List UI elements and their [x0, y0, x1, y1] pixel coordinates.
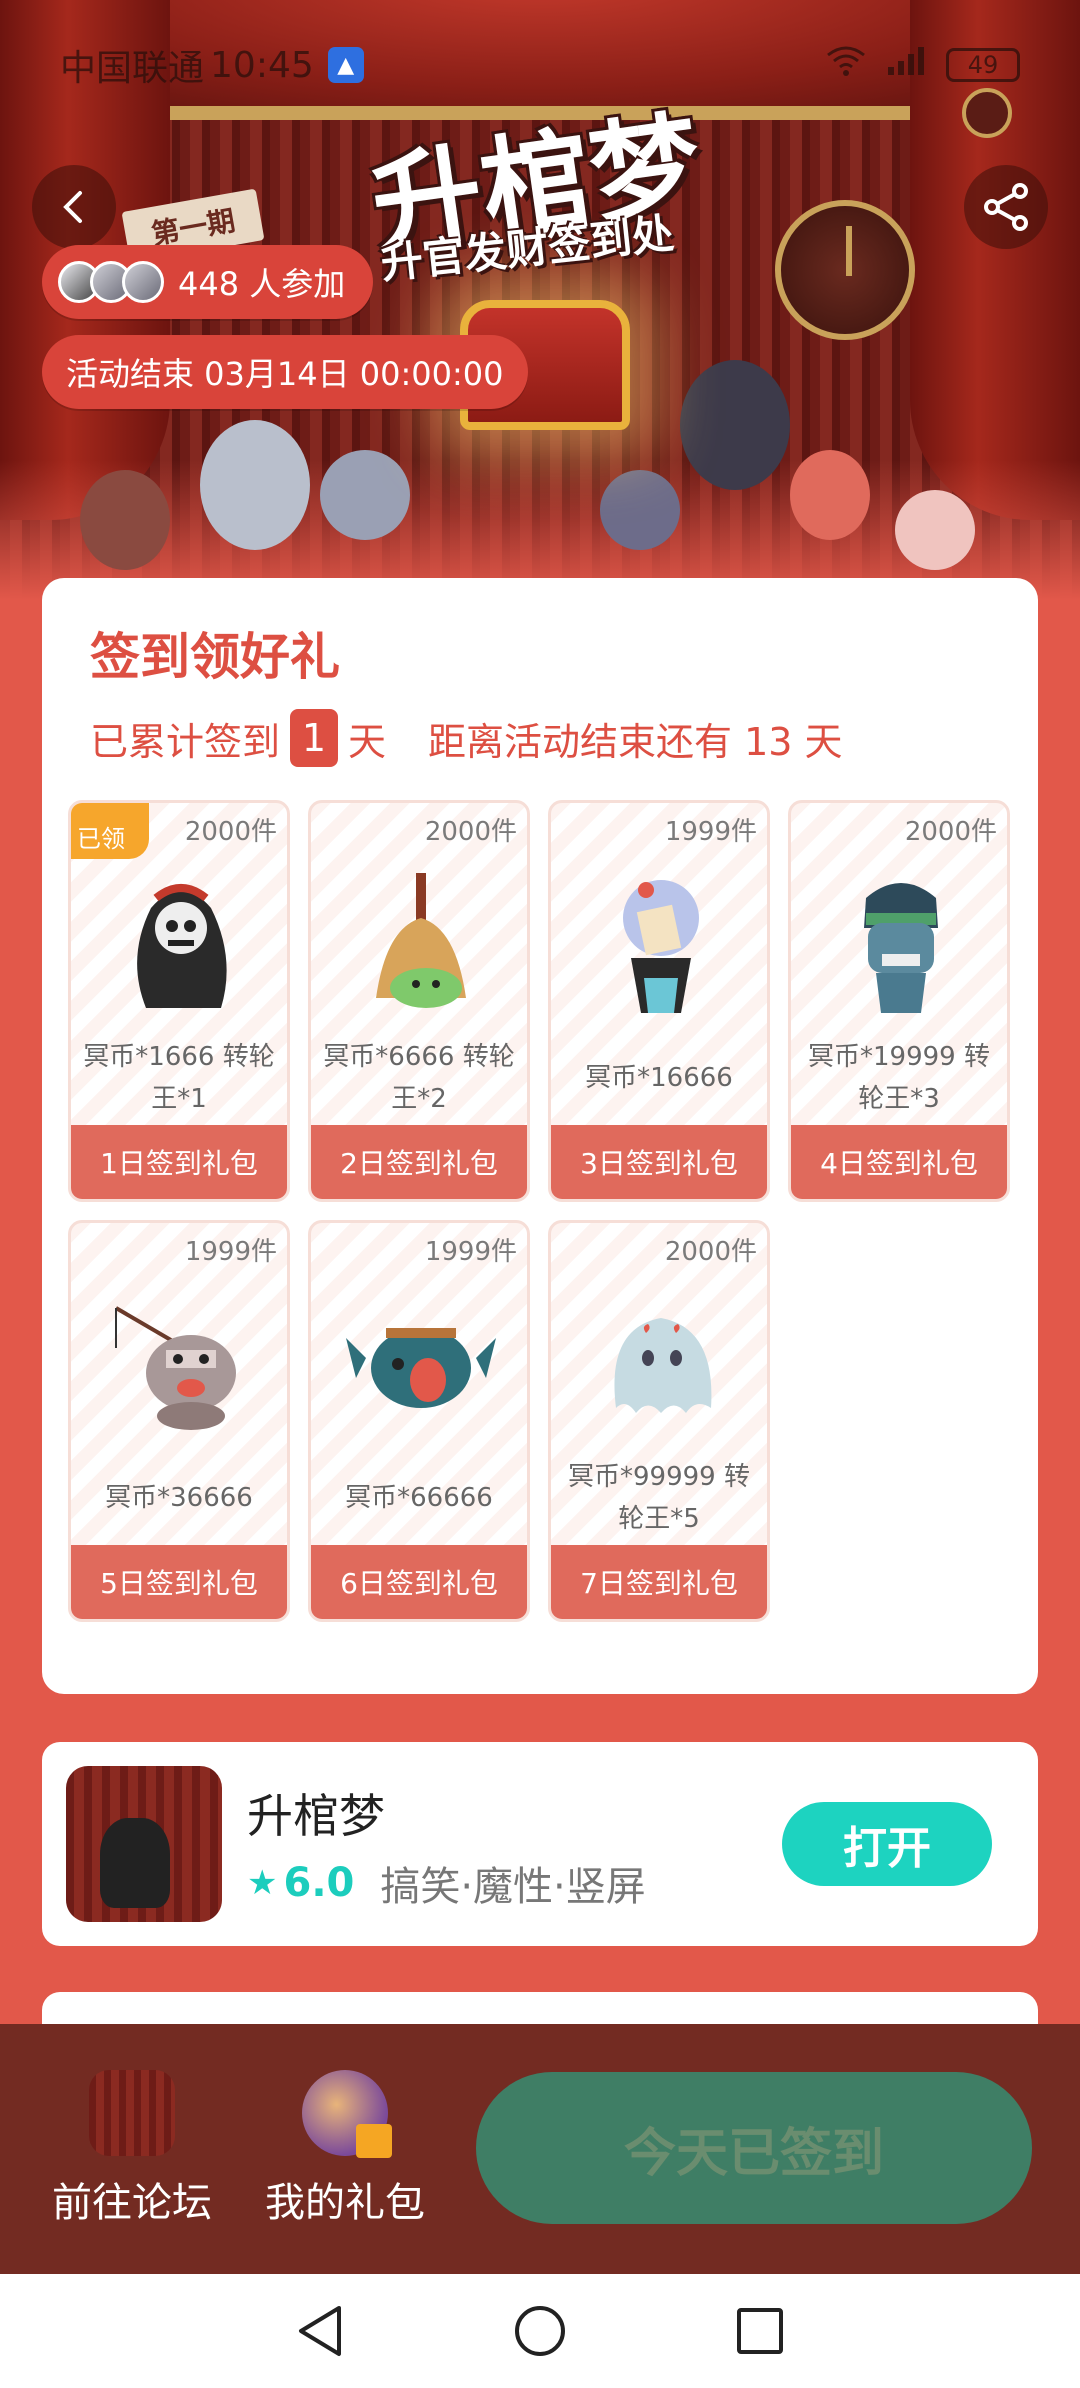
signin-card: 签到领好礼 已累计签到 1 天 距离活动结束还有 13 天 已领 2000件 冥…	[42, 578, 1038, 1694]
avatar	[122, 261, 164, 303]
gift-card-day-7[interactable]: 2000件 冥币*99999 转轮王*5 7日签到礼包	[548, 1220, 770, 1622]
gift-label: 1日签到礼包	[71, 1125, 287, 1199]
accumulated-prefix: 已累计签到	[90, 719, 281, 764]
signed-today-button[interactable]: 今天已签到	[476, 2072, 1032, 2224]
gift-stock: 1999件	[184, 1237, 277, 1267]
bottom-action-bar: 前往论坛 我的礼包 今天已签到	[0, 2024, 1080, 2274]
gift-card-day-6[interactable]: 1999件 冥币*66666 6日签到礼包	[308, 1220, 530, 1622]
app-meta: ★ 6.0 搞笑·魔性·竖屏	[247, 1854, 646, 1912]
status-bar: 中国联通 10:45 ▲ 49	[0, 0, 1080, 130]
gift-card-day-5[interactable]: 1999件 冥币*36666 5日签到礼包	[68, 1220, 290, 1622]
participants-pill: 448 人参加	[42, 245, 374, 319]
gift-stock: 2000件	[184, 817, 277, 847]
chevron-left-icon	[63, 191, 82, 223]
open-app-button[interactable]: 打开	[782, 1802, 992, 1886]
fish-monster-character-image	[341, 1283, 501, 1443]
star-icon: ★	[247, 1863, 278, 1903]
carrier-name: 中国联通	[60, 48, 205, 89]
forum-icon	[89, 2070, 175, 2156]
gift-description: 冥币*6666 转轮王*2	[323, 1042, 515, 1114]
gift-description: 冥币*36666	[105, 1483, 253, 1513]
signal-icon	[886, 45, 926, 86]
battery-icon: 49	[946, 48, 1020, 82]
dog-character-image	[101, 1283, 261, 1443]
gift-label: 4日签到礼包	[791, 1125, 1007, 1199]
gift-card-day-2[interactable]: 2000件 冥币*6666 转轮王*2 2日签到礼包	[308, 800, 530, 1202]
claimed-badge: 已领	[71, 803, 149, 859]
ghost-character-image	[581, 1283, 741, 1443]
signin-title: 签到领好礼	[90, 627, 340, 686]
gift-description: 冥币*16666	[585, 1063, 733, 1093]
reaper-character-image	[101, 863, 261, 1023]
zombie-character-image	[821, 863, 981, 1023]
ghost-official-character-image	[581, 863, 741, 1023]
gift-label: 3日签到礼包	[551, 1125, 767, 1199]
character-illustration	[600, 470, 680, 550]
circle-home-icon	[515, 2306, 565, 2356]
gift-description: 冥币*1666 转轮王*1	[83, 1042, 275, 1114]
gift-stock: 2000件	[664, 1237, 757, 1267]
character-illustration	[80, 470, 170, 570]
gift-card-day-3[interactable]: 1999件 冥币*16666 3日签到礼包	[548, 800, 770, 1202]
gift-stock: 1999件	[664, 817, 757, 847]
broom-slime-character-image	[341, 863, 501, 1023]
back-button[interactable]	[32, 165, 116, 249]
nav-home-button[interactable]	[510, 2301, 570, 2361]
character-illustration	[895, 490, 975, 570]
share-icon	[984, 183, 1028, 231]
share-button[interactable]	[964, 165, 1048, 249]
notification-icon: ▲	[327, 47, 364, 83]
accumulated-days-badge: 1	[290, 709, 339, 767]
forum-label: 前往论坛	[52, 2180, 212, 2226]
character-illustration	[680, 360, 790, 490]
gift-grid: 已领 2000件 冥币*1666 转轮王*1 1日签到礼包 2000件 冥币*6…	[68, 800, 1010, 1622]
signin-progress: 已累计签到 1 天 距离活动结束还有 13 天	[90, 708, 1038, 768]
square-recents-icon	[737, 2308, 783, 2354]
my-gifts-button[interactable]: 我的礼包	[255, 2070, 435, 2228]
gift-description: 冥币*19999 转轮王*3	[808, 1042, 990, 1114]
clock-time: 10:45	[210, 44, 314, 86]
triangle-back-icon	[299, 2306, 341, 2356]
app-icon[interactable]	[66, 1766, 222, 1922]
participants-count: 448 人参加	[178, 265, 346, 303]
gift-label: 6日签到礼包	[311, 1545, 527, 1619]
gift-card-day-4[interactable]: 2000件 冥币*19999 转轮王*3 4日签到礼包	[788, 800, 1010, 1202]
remaining-days-text: 距离活动结束还有 13 天	[428, 719, 843, 764]
wifi-icon	[826, 45, 866, 86]
forum-button[interactable]: 前往论坛	[42, 2070, 222, 2228]
event-end-pill: 活动结束 03月14日 00:00:00	[42, 335, 528, 409]
gift-stock: 2000件	[424, 817, 517, 847]
gift-stock: 1999件	[424, 1237, 517, 1267]
gift-label: 5日签到礼包	[71, 1545, 287, 1619]
character-illustration	[320, 450, 410, 540]
participant-avatars	[58, 261, 164, 303]
nav-back-button[interactable]	[290, 2301, 350, 2361]
gift-label: 7日签到礼包	[551, 1545, 767, 1619]
app-tags: 搞笑·魔性·竖屏	[380, 1864, 646, 1910]
gift-label: 2日签到礼包	[311, 1125, 527, 1199]
my-gifts-label: 我的礼包	[265, 2180, 425, 2226]
system-navigation-bar	[0, 2274, 1080, 2388]
character-illustration	[790, 450, 870, 540]
day-unit: 天	[348, 719, 387, 764]
app-card[interactable]: 升棺梦 ★ 6.0 搞笑·魔性·竖屏 打开	[42, 1742, 1038, 1946]
gift-description: 冥币*99999 转轮王*5	[568, 1462, 750, 1534]
gift-stock: 2000件	[904, 817, 997, 847]
clock-decoration	[775, 200, 915, 340]
app-rating: 6.0	[283, 1860, 355, 1906]
nav-recents-button[interactable]	[730, 2301, 790, 2361]
character-illustration	[200, 420, 310, 550]
gift-description: 冥币*66666	[345, 1483, 493, 1513]
app-name: 升棺梦	[247, 1789, 385, 1843]
gift-box-icon	[302, 2070, 392, 2158]
gift-card-day-1[interactable]: 已领 2000件 冥币*1666 转轮王*1 1日签到礼包	[68, 800, 290, 1202]
